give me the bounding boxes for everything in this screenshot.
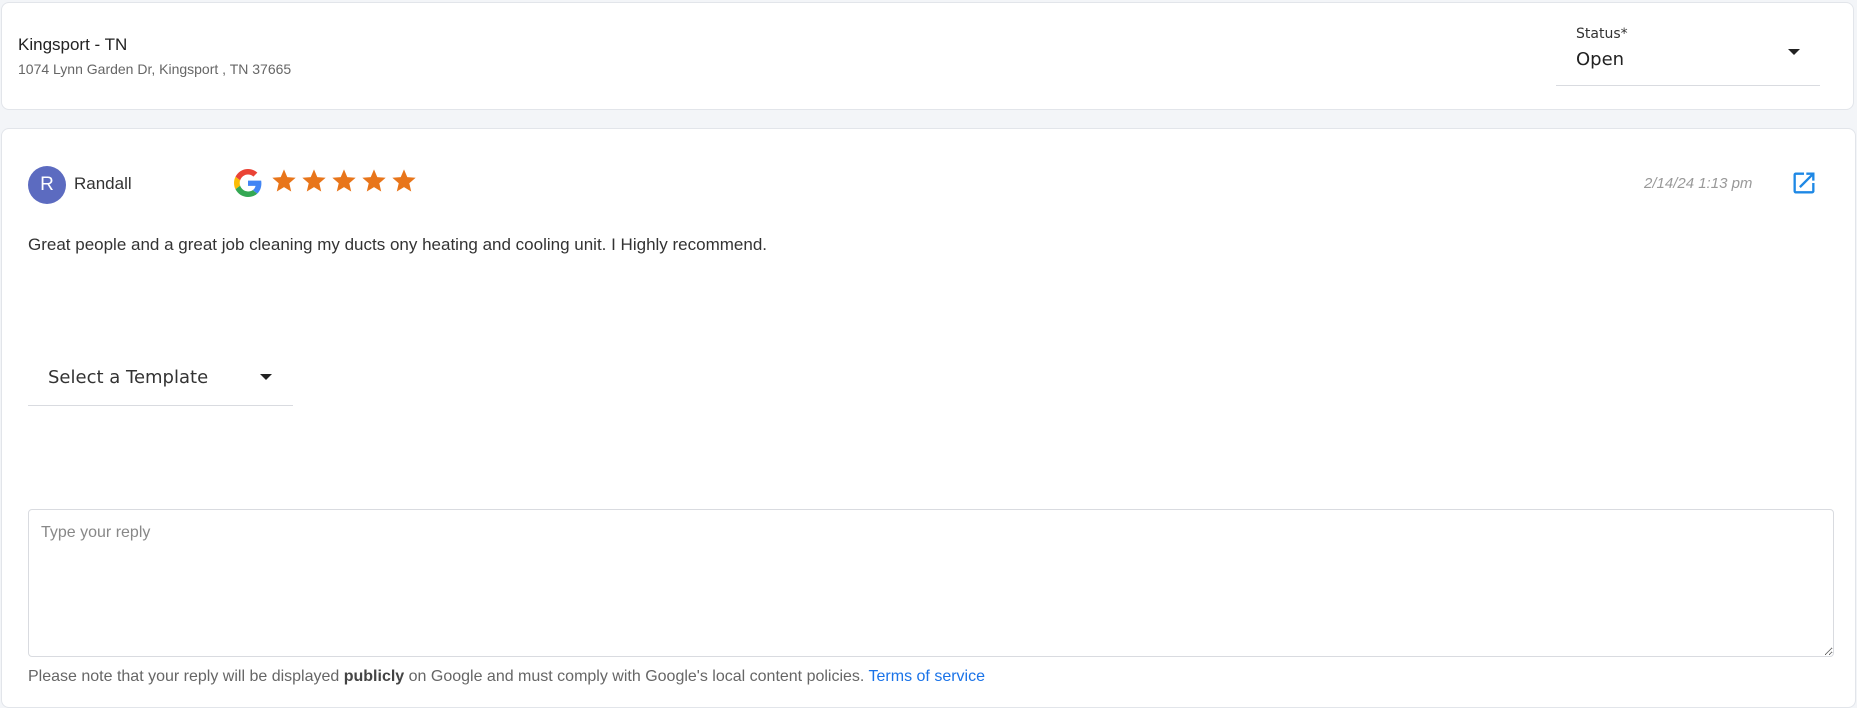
google-icon xyxy=(234,169,262,197)
star-icon xyxy=(272,169,296,192)
disclaimer-text-2: on Google and must comply with Google's … xyxy=(404,668,869,685)
chevron-down-icon xyxy=(1788,49,1800,55)
external-link-icon[interactable] xyxy=(1790,169,1818,197)
disclaimer-emphasis: publicly xyxy=(343,668,405,685)
star-rating xyxy=(270,167,418,195)
reviewer-name: Randall xyxy=(74,174,132,193)
status-label: Status* xyxy=(1576,26,1628,42)
location-address: 1074 Lynn Garden Dr, Kingsport , TN 3766… xyxy=(18,61,292,77)
reply-input[interactable] xyxy=(28,509,1834,657)
template-select[interactable]: Select a Template xyxy=(28,345,293,406)
template-select-label: Select a Template xyxy=(48,367,209,388)
terms-of-service-link[interactable]: Terms of service xyxy=(869,668,985,685)
reply-disclaimer: Please note that your reply will be disp… xyxy=(28,668,985,686)
chevron-down-icon xyxy=(260,374,272,380)
review-card: R Randall 2/14/24 1:13 pm Great people a… xyxy=(1,128,1856,708)
star-icon xyxy=(302,169,326,192)
review-date: 2/14/24 1:13 pm xyxy=(1644,175,1753,192)
avatar: R xyxy=(28,166,66,204)
location-header: Kingsport - TN 1074 Lynn Garden Dr, King… xyxy=(1,2,1854,110)
star-icon xyxy=(362,169,386,192)
star-icon xyxy=(332,169,356,192)
status-select[interactable]: Status* Open xyxy=(1556,25,1820,86)
status-value: Open xyxy=(1576,49,1625,70)
star-icon xyxy=(392,169,416,192)
review-text: Great people and a great job cleaning my… xyxy=(28,235,768,254)
location-name: Kingsport - TN xyxy=(18,35,128,54)
disclaimer-text: Please note that your reply will be disp… xyxy=(28,668,344,685)
